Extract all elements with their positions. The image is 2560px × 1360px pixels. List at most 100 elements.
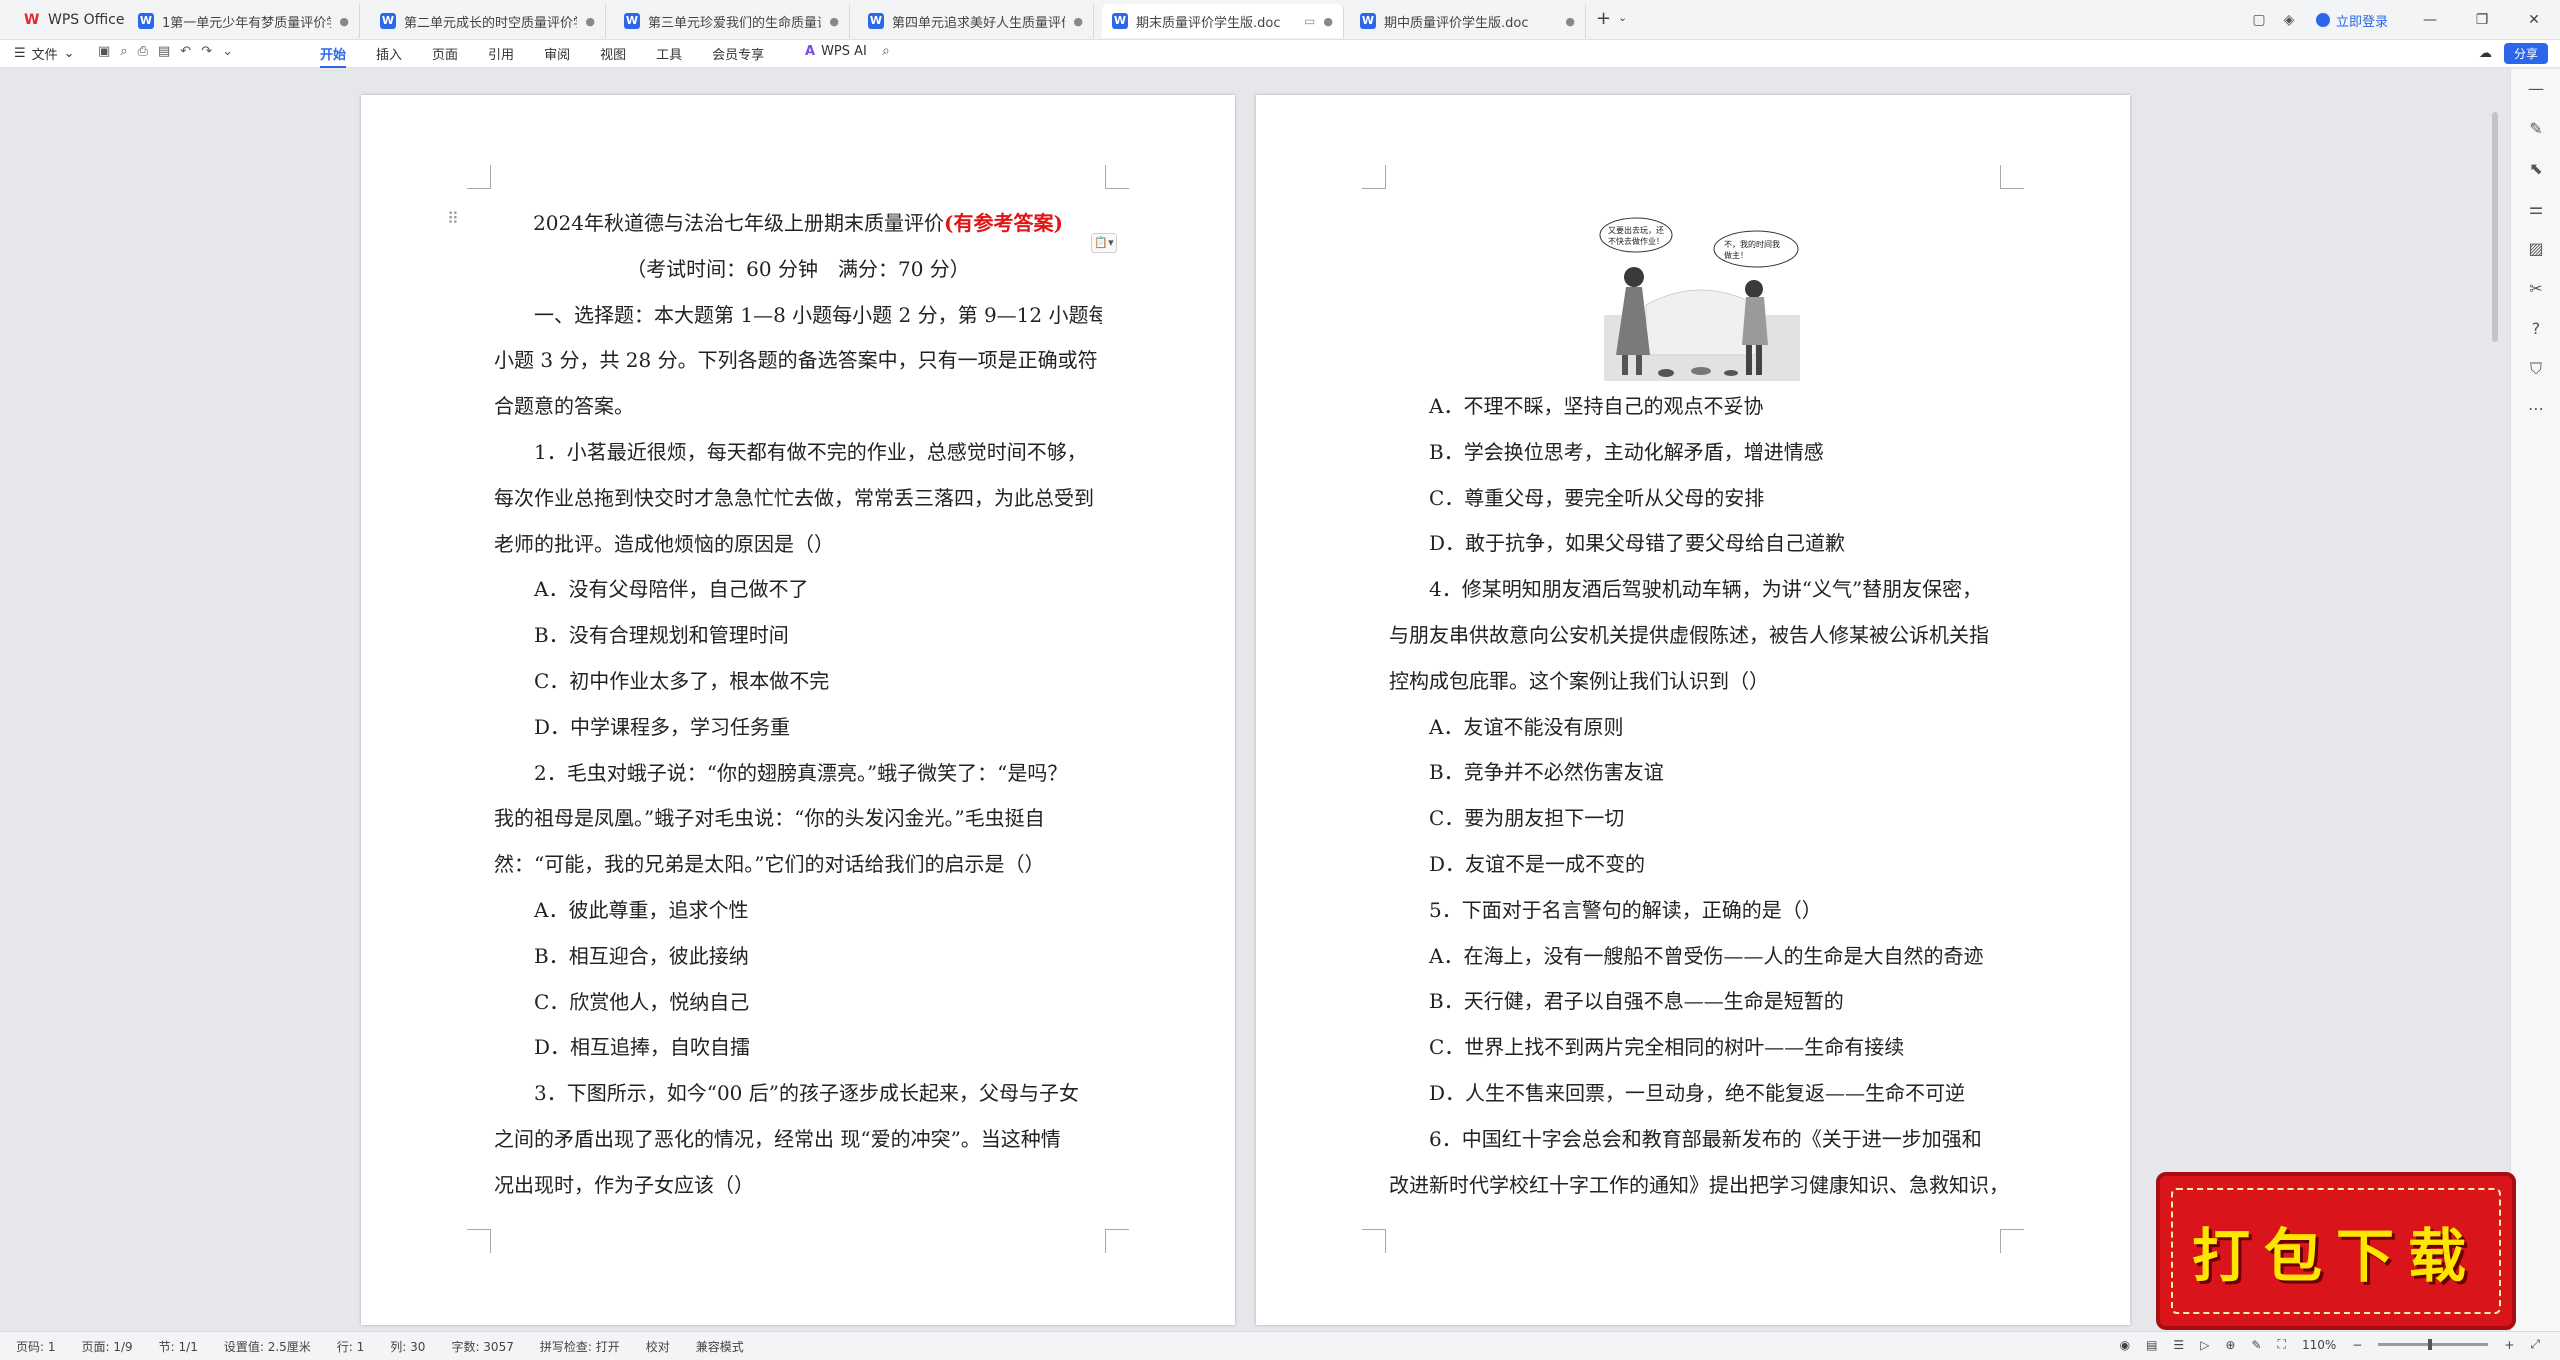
status-row[interactable]: 行: 1 [337, 1338, 365, 1355]
question-line: 改进新时代学校红十字工作的通知》提出把学习健康知识、急救知识， [1389, 1172, 1997, 1197]
zoom-out-icon[interactable]: − [2352, 1338, 2362, 1352]
doc-tab-6[interactable]: W 期中质量评价学生版.doc ● [1350, 4, 1586, 38]
doc-tab-2[interactable]: W 第二单元成长的时空质量评价学生 ● [370, 4, 606, 38]
select-cursor-icon[interactable]: ⬉ [2511, 149, 2560, 189]
tab-tools[interactable]: 工具 [656, 44, 682, 68]
close-icon[interactable]: ● [339, 15, 349, 28]
restore-icon[interactable]: ❐ [2456, 12, 2508, 28]
margin-corner-mark [1105, 1229, 1129, 1253]
status-spell-check[interactable]: 拼写检查: 打开 [540, 1338, 620, 1355]
doc-tab-3[interactable]: W 第三单元珍爱我们的生命质量评价 ● [614, 4, 850, 38]
tools-icon[interactable]: ✂ [2511, 269, 2560, 309]
help-icon[interactable]: ? [2511, 309, 2560, 349]
save-icon[interactable]: ▣ [98, 44, 110, 59]
vertical-scrollbar-thumb[interactable] [2492, 112, 2498, 342]
monitor-icon[interactable]: ▭ [1304, 14, 1315, 28]
status-setting-value[interactable]: 设置值: 2.5厘米 [224, 1338, 311, 1355]
web-view-icon[interactable]: ⊕ [2225, 1338, 2235, 1352]
tab-view[interactable]: 视图 [600, 44, 626, 68]
paragraph-drag-handle-icon[interactable]: ⠿ [447, 209, 459, 228]
window-controls: ▢ ◈ 立即登录 — ❐ ✕ [2244, 0, 2560, 40]
tab-page[interactable]: 页面 [432, 44, 458, 68]
status-word-count[interactable]: 字数: 3057 [451, 1338, 513, 1355]
minimize-icon[interactable]: — [2404, 12, 2456, 28]
fullscreen-icon[interactable]: ⤢ [2530, 1337, 2540, 1352]
status-proofread[interactable]: 校对 [646, 1338, 670, 1355]
image-icon[interactable]: ▨ [2511, 229, 2560, 269]
print-preview-icon[interactable]: ▤ [158, 44, 170, 59]
tab-insert[interactable]: 插入 [376, 44, 402, 68]
tab-home[interactable]: 开始 [320, 44, 347, 68]
bubble-right-line-2: 做主！ [1724, 250, 1748, 260]
pen-mode-icon[interactable]: ✎ [2251, 1338, 2261, 1352]
wps-home-tab[interactable]: W WPS Office [10, 4, 139, 36]
close-window-icon[interactable]: ✕ [2508, 12, 2560, 28]
undo-icon[interactable]: ↶ [180, 44, 191, 59]
redo-icon[interactable]: ↷ [201, 44, 212, 59]
doc-tab-title: 第二单元成长的时空质量评价学生 [404, 15, 577, 31]
close-icon[interactable]: ● [585, 15, 595, 28]
print-icon[interactable]: ⎙ [138, 44, 148, 59]
status-bar-right: ◉ ▤ ☰ ▷ ⊕ ✎ ⛶ 110% − + ⤢ [2120, 1337, 2540, 1352]
search-icon[interactable]: ⌕ [882, 43, 890, 59]
shirt-icon[interactable]: ⛉ [2511, 349, 2560, 389]
word-doc-icon: W [138, 13, 154, 29]
document-page-2[interactable]: 又要出去玩，还 不快去做作业！ 不，我的时间我 做主！ A．不理不睬，坚持自己的… [1256, 95, 2130, 1325]
login-button[interactable]: 立即登录 [2315, 11, 2388, 30]
document-page-1[interactable]: ⠿ 📋▾ 2024年秋道德与法治七年级上册期末质量评价(有参考答案) （考试时间… [361, 95, 1235, 1325]
answer-option: A．在海上，没有一艘船不曾受伤——人的生命是大自然的奇迹 [1429, 943, 1984, 968]
file-menu[interactable]: ☰ 文件 ⌄ [14, 44, 75, 63]
cube-icon[interactable]: ◈ [2274, 12, 2304, 28]
new-tab-plus-icon[interactable]: + [1596, 8, 1611, 29]
adjust-icon[interactable]: ⚌ [2511, 189, 2560, 229]
wps-ai-button[interactable]: A WPS AI [805, 44, 867, 59]
outline-view-icon[interactable]: ☰ [2173, 1338, 2184, 1352]
zoom-in-icon[interactable]: + [2504, 1338, 2514, 1352]
play-icon[interactable]: ▷ [2200, 1338, 2209, 1352]
close-icon[interactable]: ● [829, 15, 839, 28]
doc-tab-5-active[interactable]: W 期末质量评价学生版.doc ▭ ● [1102, 4, 1344, 38]
document-workspace[interactable]: ⠿ 📋▾ 2024年秋道德与法治七年级上册期末质量评价(有参考答案) （考试时间… [0, 69, 2510, 1331]
chevron-down-icon[interactable]: ⌄ [1618, 11, 1627, 24]
status-page-count[interactable]: 页面: 1/9 [82, 1338, 133, 1355]
cloud-icon[interactable]: ☁ [2479, 46, 2492, 61]
doc-tab-4[interactable]: W 第四单元追求美好人生质量评价学 ● [858, 4, 1094, 38]
eye-protection-icon[interactable]: ◉ [2120, 1338, 2130, 1352]
tab-review[interactable]: 审阅 [544, 44, 570, 68]
doc-tab-1[interactable]: W 1第一单元少年有梦质量评价学生版.d ● [128, 4, 360, 38]
word-doc-icon: W [380, 13, 396, 29]
answer-option: C．尊重父母，要完全听从父母的安排 [1429, 485, 1765, 510]
close-icon[interactable]: ● [1073, 15, 1083, 28]
status-page-number[interactable]: 页码: 1 [16, 1338, 56, 1355]
collapse-icon[interactable]: — [2511, 69, 2560, 109]
bubble-left-line-1: 又要出去玩，还 [1608, 225, 1664, 235]
fit-window-icon[interactable]: ⛶ [2278, 1337, 2286, 1352]
status-compat-mode[interactable]: 兼容模式 [696, 1338, 744, 1355]
download-package-badge[interactable]: 打包下载 [2156, 1172, 2516, 1330]
close-icon[interactable]: ● [1323, 15, 1333, 28]
zoom-slider[interactable] [2378, 1339, 2489, 1350]
word-doc-icon: W [1112, 13, 1128, 29]
chevron-down-icon[interactable]: ⌄ [222, 44, 233, 59]
status-section[interactable]: 节: 1/1 [159, 1338, 198, 1355]
zoom-level[interactable]: 110% [2302, 1338, 2336, 1352]
margin-corner-mark [467, 165, 491, 189]
word-doc-icon: W [868, 13, 884, 29]
margin-corner-mark [1362, 1229, 1386, 1253]
status-column[interactable]: 列: 30 [390, 1338, 425, 1355]
menubar-right: ☁ 分享 [2479, 43, 2548, 64]
tab-references[interactable]: 引用 [488, 44, 514, 68]
search-doc-icon[interactable]: ⌕ [120, 44, 127, 59]
login-label: 立即登录 [2335, 14, 2388, 30]
bubble-right-line-1: 不，我的时间我 [1724, 239, 1780, 249]
badge-label: 打包下载 [2191, 1222, 2480, 1290]
page-view-icon[interactable]: ▤ [2146, 1338, 2157, 1352]
question-line: 每次作业总拖到快交时才急急忙忙去做，常常丢三落四，为此总受到 [494, 485, 1094, 510]
more-icon[interactable]: ⋯ [2511, 389, 2560, 429]
tab-member[interactable]: 会员专享 [712, 44, 764, 68]
layout-icon[interactable]: ▢ [2244, 12, 2274, 28]
zoom-slider-knob[interactable] [2428, 1339, 2433, 1350]
close-icon[interactable]: ● [1565, 15, 1575, 28]
share-button[interactable]: 分享 [2503, 43, 2548, 64]
pen-icon[interactable]: ✎ [2511, 109, 2560, 149]
